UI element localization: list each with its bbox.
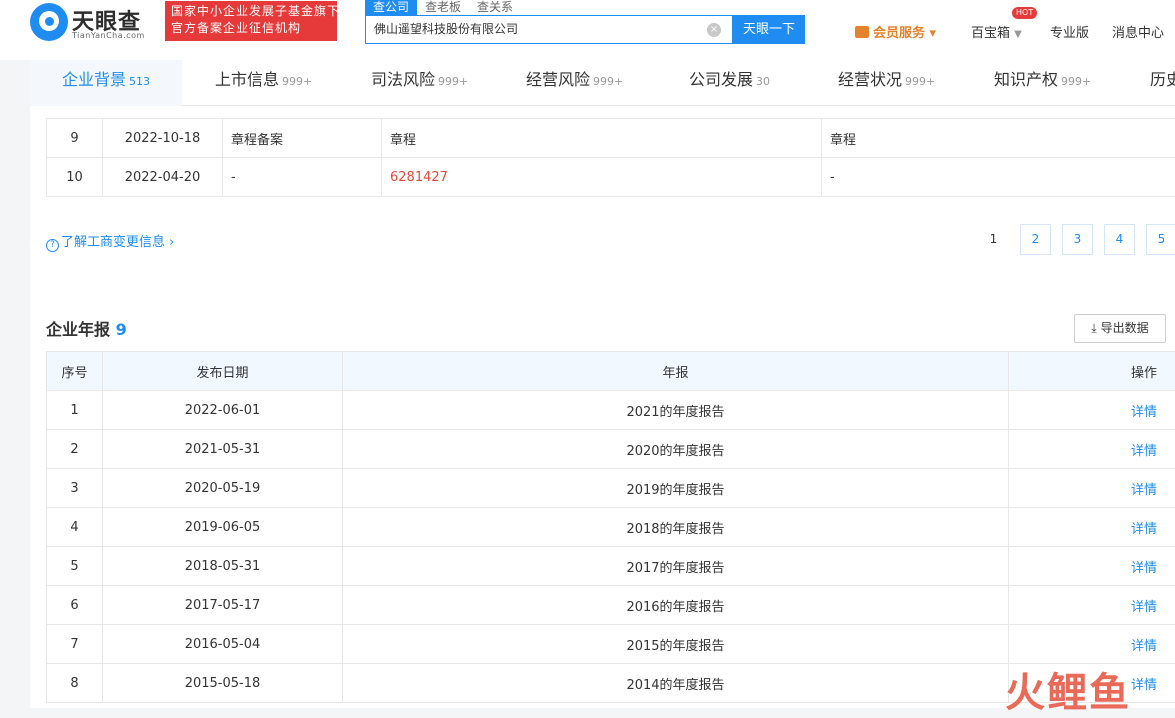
- tab-search-relation[interactable]: 查关系: [469, 0, 521, 16]
- tab-company-development[interactable]: 公司发展30: [689, 60, 770, 106]
- tab-judicial-risk[interactable]: 司法风险999+: [371, 60, 468, 106]
- official-badge[interactable]: 国家中小企业发展子基金旗下 官方备案企业征信机构: [165, 1, 337, 41]
- annual-report-table: 序号 发布日期 年报 操作 12022-06-012021的年度报告详情2202…: [46, 351, 1175, 703]
- page-1[interactable]: 1: [978, 224, 1009, 255]
- chevron-down-icon: ▼: [1014, 29, 1022, 40]
- tab-search-company[interactable]: 查公司: [365, 0, 417, 16]
- table-row: 42019-06-052018的年度报告详情: [47, 508, 1175, 547]
- hot-badge: HOT: [1012, 7, 1037, 19]
- tab-search-boss[interactable]: 查老板: [417, 0, 469, 16]
- logo-domain: TianYanCha.com: [72, 31, 145, 40]
- page-2[interactable]: 2: [1020, 224, 1051, 255]
- treasure-box-link[interactable]: 百宝箱 ▼: [971, 22, 1022, 41]
- search-button[interactable]: 天眼一下: [733, 15, 805, 44]
- clear-icon[interactable]: ×: [707, 23, 721, 37]
- pro-version-link[interactable]: 专业版: [1050, 22, 1089, 41]
- eye-logo-icon: [30, 3, 68, 41]
- pagination: 1 2 3 4 5: [978, 224, 1175, 255]
- table-row: 12022-06-012021的年度报告详情: [47, 391, 1175, 430]
- search-input[interactable]: 佛山遥望科技股份有限公司: [365, 15, 733, 44]
- detail-link[interactable]: 详情: [1009, 469, 1175, 508]
- learn-change-info-link[interactable]: ?了解工商变更信息 ›: [46, 231, 174, 252]
- tab-listing-info[interactable]: 上市信息999+: [215, 60, 312, 106]
- tab-intellectual-property[interactable]: 知识产权999+: [994, 60, 1091, 106]
- member-service-link[interactable]: 会员服务 ▾: [855, 22, 936, 41]
- top-bar: 天眼查 TianYanCha.com 国家中小企业发展子基金旗下 官方备案企业征…: [0, 0, 1175, 60]
- table-row: 10 2022-04-20 - 6281427 -: [47, 158, 1175, 197]
- table-row: 9 2022-10-18 章程备案 章程 章程: [47, 119, 1175, 158]
- table-row: 32020-05-192019的年度报告详情: [47, 469, 1175, 508]
- table-row: 22021-05-312020的年度报告详情: [47, 430, 1175, 469]
- tab-company-background[interactable]: 企业背景513: [30, 60, 182, 106]
- page-3[interactable]: 3: [1062, 224, 1093, 255]
- annual-report-title: 企业年报 9: [46, 316, 127, 340]
- search-type-tabs: 查公司 查老板 查关系: [365, 0, 521, 16]
- change-value-link[interactable]: 6281427: [382, 158, 822, 197]
- detail-link[interactable]: 详情: [1009, 508, 1175, 547]
- tab-operating-risk[interactable]: 经营风险999+: [526, 60, 623, 106]
- page-4[interactable]: 4: [1104, 224, 1135, 255]
- site-logo[interactable]: 天眼查 TianYanCha.com: [30, 3, 155, 43]
- main-content: 9 2022-10-18 章程备案 章程 章程 10 2022-04-20 - …: [30, 106, 1175, 708]
- detail-link[interactable]: 详情: [1009, 625, 1175, 664]
- page-5[interactable]: 5: [1146, 224, 1175, 255]
- tab-operating-status[interactable]: 经营状况999+: [838, 60, 935, 106]
- table-row: 62017-05-172016的年度报告详情: [47, 586, 1175, 625]
- detail-link[interactable]: 详情: [1009, 430, 1175, 469]
- message-center-link[interactable]: 消息中心: [1112, 22, 1164, 41]
- table-header: 序号 发布日期 年报 操作: [47, 352, 1175, 391]
- export-data-button[interactable]: ⤓ 导出数据: [1074, 314, 1166, 343]
- detail-link[interactable]: 详情: [1009, 391, 1175, 430]
- detail-link[interactable]: 详情: [1009, 547, 1175, 586]
- section-tabs: 企业背景513 上市信息999+ 司法风险999+ 经营风险999+ 公司发展3…: [30, 60, 1175, 106]
- crown-icon: [855, 26, 869, 38]
- tab-history[interactable]: 历史: [1150, 60, 1175, 106]
- download-icon: ⤓: [1091, 321, 1096, 335]
- question-icon: ?: [46, 239, 59, 252]
- table-row: 72016-05-042015的年度报告详情: [47, 625, 1175, 664]
- table-row: 52018-05-312017的年度报告详情: [47, 547, 1175, 586]
- change-record-table: 9 2022-10-18 章程备案 章程 章程 10 2022-04-20 - …: [46, 118, 1175, 197]
- detail-link[interactable]: 详情: [1009, 586, 1175, 625]
- watermark-logo: 火鲤鱼: [1005, 660, 1131, 718]
